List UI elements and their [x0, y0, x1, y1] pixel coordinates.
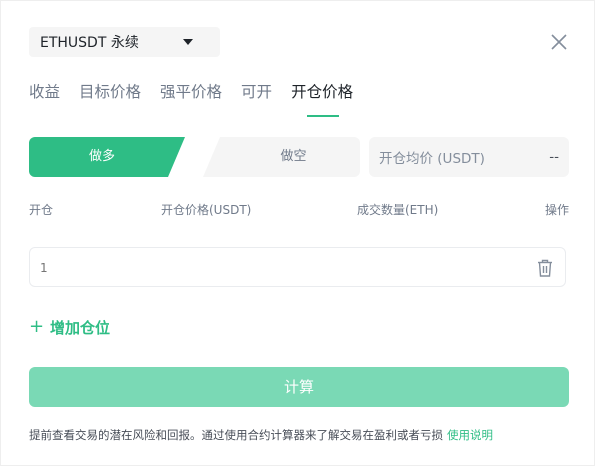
tab-open-price[interactable]: 开仓价格 — [291, 81, 353, 117]
column-header-open-price: 开仓价格(USDT) — [161, 203, 252, 217]
long-label: 做多 — [88, 149, 115, 164]
tab-max-open[interactable]: 可开 — [241, 81, 272, 117]
symbol-label: ETHUSDT 永续 — [40, 35, 139, 51]
plus-icon: + — [29, 316, 45, 337]
tab-profit[interactable]: 收益 — [29, 81, 60, 117]
position-index-input[interactable] — [40, 258, 440, 278]
usage-guide-link[interactable]: 使用说明 — [447, 428, 493, 442]
avg-open-price-value: -- — [549, 149, 559, 165]
add-position-button[interactable]: + 增加仓位 — [29, 317, 110, 337]
footer-note: 提前查看交易的潜在风险和回报。通过使用合约计算器来了解交易在盈利或者亏损 使用说明 — [29, 427, 493, 443]
calculator-panel: ETHUSDT 永续 收益 目标价格 强平价格 可开 开仓价格 做多 做空 开仓… — [0, 0, 595, 466]
long-button[interactable]: 做多 — [29, 137, 185, 177]
column-header-filled-qty: 成交数量(ETH) — [357, 203, 439, 217]
trash-icon[interactable] — [536, 258, 554, 278]
short-label: 做空 — [280, 149, 307, 164]
column-header-action: 操作 — [545, 203, 570, 217]
footer-text: 提前查看交易的潜在风险和回报。通过使用合约计算器来了解交易在盈利或者亏损 — [29, 428, 443, 442]
short-button[interactable]: 做空 — [203, 137, 360, 177]
caret-down-icon — [183, 39, 193, 45]
tab-target-price[interactable]: 目标价格 — [79, 81, 141, 117]
avg-open-price-field: 开仓均价 (USDT) -- — [369, 137, 569, 177]
add-position-label: 增加仓位 — [50, 318, 111, 337]
tab-liquidation-price[interactable]: 强平价格 — [160, 81, 222, 117]
tab-bar: 收益 目标价格 强平价格 可开 开仓价格 — [29, 81, 372, 117]
column-header-open: 开仓 — [29, 203, 54, 217]
symbol-select[interactable]: ETHUSDT 永续 — [29, 27, 220, 57]
calculate-button[interactable]: 计算 — [29, 367, 569, 407]
position-row — [29, 247, 566, 287]
avg-open-price-label: 开仓均价 (USDT) — [379, 151, 485, 167]
close-icon[interactable] — [549, 32, 569, 52]
